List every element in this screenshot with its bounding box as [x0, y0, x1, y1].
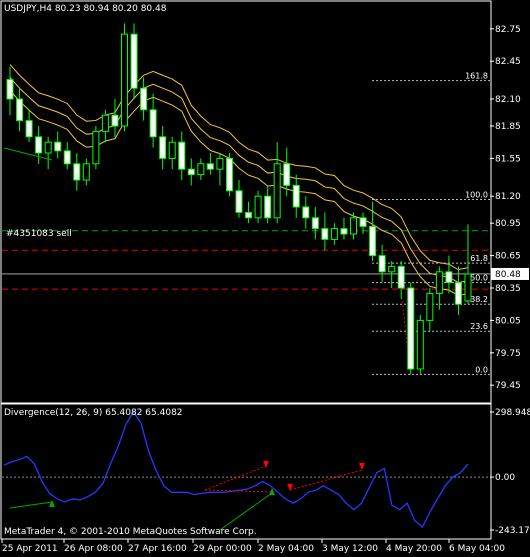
candle-body	[445, 271, 453, 284]
divergence-up-arrow-icon	[49, 500, 55, 507]
price-tick-label: 81.55	[495, 154, 521, 164]
fibo-level-label: 38.2	[470, 295, 488, 304]
fibo-level-label: 61.8	[470, 254, 488, 263]
order-label[interactable]: #4351083 sell	[6, 229, 72, 239]
divergence-line	[3, 410, 469, 529]
candle-body	[416, 319, 424, 370]
time-tick-label: 27 Apr 16:00	[128, 544, 187, 554]
candle-body	[130, 33, 138, 89]
current-price-label: 80.48	[495, 270, 521, 280]
candle-body	[16, 98, 24, 122]
divergence-trend-line	[9, 501, 53, 509]
candle-body	[359, 217, 367, 227]
candle-body	[407, 287, 415, 370]
candle-body	[216, 157, 224, 170]
price-tick-label: 81.20	[495, 192, 521, 202]
candle-body	[426, 292, 434, 321]
indicator-tick-label: -243.1717	[495, 526, 530, 536]
candle-body	[6, 79, 14, 100]
time-tick-label: 3 May 12:00	[322, 544, 378, 554]
candle-body	[168, 141, 176, 159]
candle-body	[187, 168, 195, 176]
candle-body	[454, 282, 462, 305]
candle-body	[273, 163, 281, 219]
candle-body	[197, 163, 205, 176]
time-tick-label: 29 Apr 00:00	[193, 544, 252, 554]
candle-body	[149, 109, 157, 138]
divergence-down-arrow-icon	[359, 463, 365, 470]
price-tick-label: 80.65	[495, 252, 521, 262]
candle-body	[378, 255, 386, 273]
divergence-trend-line	[204, 465, 267, 491]
fibo-level-label: 23.6	[470, 322, 488, 331]
symbol-header: USDJPY,H4 80.23 80.94 80.20 80.48	[4, 4, 167, 14]
price-tick-label: 80.05	[495, 316, 521, 326]
fibo-level-label: 161.8	[465, 72, 488, 81]
price-tick-label: 79.75	[495, 349, 521, 359]
candle-body	[44, 141, 52, 154]
fibo-level-label: 100.0	[465, 190, 488, 199]
fibo-level-label: 0.0	[475, 365, 488, 374]
candle-body	[111, 114, 119, 127]
candle-body	[388, 265, 396, 273]
fibo-level-label: 50.0	[470, 274, 488, 283]
time-tick-label: 4 May 20:00	[386, 544, 442, 554]
metatrader-chart-window: 161.8 100.0 61.8 50.0 38.2 23.6 0.0 82.75 82.45…	[0, 0, 530, 557]
candle-body	[121, 33, 128, 127]
candle-body	[35, 136, 43, 154]
candle-body	[25, 120, 33, 138]
candle-body	[435, 271, 443, 294]
fibonacci-retracement[interactable]: 161.8 100.0 61.8 50.0 38.2 23.6 0.0	[372, 72, 490, 375]
time-tick-label: 26 Apr 08:00	[64, 544, 123, 554]
copyright-text: MetaTrader 4, © 2001-2010 MetaQuotes Sof…	[4, 527, 257, 537]
candle-body	[397, 265, 405, 289]
candle-body	[264, 195, 272, 219]
time-tick-label: 6 May 04:00	[449, 544, 505, 554]
indicator-header: Divergence(12, 26, 9) 65.4082 65.4082	[4, 408, 183, 418]
candle-body	[73, 163, 81, 181]
divergence-trend-line	[219, 492, 273, 531]
candle-body	[235, 190, 243, 213]
price-tick-label: 82.75	[495, 25, 521, 35]
candle-body	[321, 228, 329, 240]
price-tick-label: 80.35	[495, 284, 521, 294]
price-tick-label: 81.85	[495, 122, 521, 132]
chart-canvas[interactable]: 161.8 100.0 61.8 50.0 38.2 23.6 0.0 82.75 82.45…	[0, 0, 530, 557]
candle-body	[369, 225, 377, 257]
indicator-tick-label: 0.00	[495, 473, 515, 483]
candle-body	[464, 273, 472, 302]
price-grid	[2, 230, 490, 290]
price-tick-label: 82.10	[495, 95, 521, 105]
candle-body	[245, 211, 253, 219]
candle-body	[311, 217, 319, 230]
candle-body	[159, 136, 167, 159]
time-tick-label: 25 Apr 2011	[2, 544, 58, 554]
candle-body	[254, 195, 262, 219]
price-tick-label: 80.95	[495, 219, 521, 229]
indicator-panel-frame	[0, 403, 492, 540]
candle-body	[101, 114, 109, 132]
candle-body	[54, 141, 62, 152]
candle-body	[330, 228, 338, 240]
candle-body	[140, 87, 148, 111]
candle-body	[283, 163, 291, 186]
time-tick-label: 2 May 04:00	[258, 544, 314, 554]
candle-body	[302, 206, 310, 219]
price-tick-label: 82.45	[495, 57, 521, 67]
candle-body	[340, 228, 348, 235]
candle-body	[178, 141, 186, 170]
candle-body	[206, 163, 214, 170]
candle-body	[292, 184, 300, 208]
candle-body	[82, 163, 90, 181]
indicator-tick-label: 298.9489	[495, 408, 530, 418]
candle-body	[350, 217, 357, 235]
candle-body	[225, 157, 233, 192]
candle-body	[92, 130, 100, 165]
divergence-down-arrow-icon	[263, 461, 269, 468]
price-tick-label: 79.45	[495, 381, 521, 391]
candlestick-series	[6, 23, 472, 375]
candle-body	[63, 150, 71, 165]
